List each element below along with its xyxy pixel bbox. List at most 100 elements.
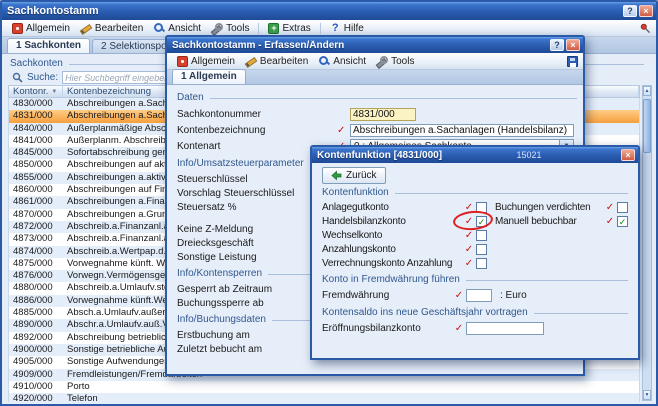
tab-sachkonten[interactable]: 1 Sachkonten bbox=[7, 38, 90, 53]
option-row: Manuell bebuchbar✓✓ bbox=[495, 214, 628, 228]
account-number: 4892/000 bbox=[9, 332, 63, 344]
kontenfunktion-right-options: Buchungen verdichten✓Manuell bebuchbar✓✓ bbox=[495, 200, 628, 270]
account-number: 4860/000 bbox=[9, 184, 63, 196]
sort-icon: ▼ bbox=[51, 89, 57, 95]
back-button-label: Zurück bbox=[346, 170, 377, 181]
field-row-kontenbezeichnung: Kontenbezeichnung ✓ bbox=[177, 122, 577, 138]
menu-tools[interactable]: Tools bbox=[207, 22, 254, 35]
checkbox[interactable] bbox=[476, 230, 487, 241]
menu-extras[interactable]: Extras bbox=[263, 22, 315, 35]
search-icon bbox=[12, 72, 23, 83]
confirm-check-icon[interactable]: ✓ bbox=[462, 258, 476, 269]
account-number: 4870/000 bbox=[9, 209, 63, 221]
menu-hilfe[interactable]: Hilfe bbox=[325, 22, 369, 35]
eroeffnungsbilanzkonto-field[interactable] bbox=[466, 322, 544, 335]
group-caption-daten: Daten bbox=[177, 92, 577, 103]
screen: Sachkontostamm ? × Allgemein Bearbeiten … bbox=[0, 0, 658, 406]
checkbox[interactable] bbox=[476, 244, 487, 255]
scroll-up-button[interactable]: ▲ bbox=[643, 86, 651, 96]
search-label: Suche: bbox=[27, 72, 58, 83]
main-titlebar: Sachkontostamm ? × bbox=[2, 2, 656, 20]
help-button[interactable]: ? bbox=[550, 39, 564, 51]
checkbox[interactable]: ✓ bbox=[476, 216, 487, 227]
extras-icon bbox=[268, 23, 279, 34]
window-title: Sachkontostamm bbox=[7, 5, 99, 17]
wrench-icon bbox=[377, 56, 388, 67]
menu-label: Bearbeiten bbox=[95, 23, 143, 34]
account-number: 4855/000 bbox=[9, 172, 63, 184]
column-header-kontonr[interactable]: Kontonr. ▼ bbox=[9, 86, 63, 97]
menu-separator bbox=[320, 23, 321, 34]
sachkontonummer-field[interactable] bbox=[350, 108, 416, 121]
account-number: 4872/000 bbox=[9, 221, 63, 233]
back-arrow-icon bbox=[331, 170, 342, 181]
pin-icon[interactable] bbox=[640, 23, 651, 34]
menu-ansicht[interactable]: Ansicht bbox=[314, 55, 371, 68]
menu-ansicht[interactable]: Ansicht bbox=[149, 22, 206, 35]
account-number: 4831/000 bbox=[9, 110, 63, 122]
close-button[interactable]: × bbox=[639, 5, 653, 17]
confirm-check-icon[interactable]: ✓ bbox=[452, 323, 466, 334]
account-name: Porto bbox=[63, 381, 639, 393]
pencil-icon bbox=[81, 23, 92, 34]
close-button[interactable]: × bbox=[566, 39, 580, 51]
table-row[interactable]: 4920/000Telefon bbox=[9, 393, 639, 402]
confirm-check-icon[interactable]: ✓ bbox=[603, 216, 617, 227]
kontenbezeichnung-field[interactable] bbox=[350, 124, 574, 137]
scroll-down-button[interactable]: ▼ bbox=[643, 390, 651, 400]
checkbox[interactable] bbox=[476, 202, 487, 213]
account-number: 4885/000 bbox=[9, 307, 63, 319]
account-number: 4850/000 bbox=[9, 159, 63, 171]
confirm-check-icon[interactable]: ✓ bbox=[337, 125, 350, 136]
menu-allgemein[interactable]: Allgemein bbox=[172, 55, 240, 68]
confirm-check-icon[interactable]: ✓ bbox=[462, 244, 476, 255]
field-row-eroeffnungsbilanzkonto: Eröffnungsbilanzkonto ✓ bbox=[322, 321, 628, 336]
magnifier-icon bbox=[154, 23, 165, 34]
vertical-scrollbar[interactable]: ▲ ▼ bbox=[642, 85, 652, 401]
confirm-check-icon[interactable]: ✓ bbox=[462, 202, 476, 213]
confirm-check-icon[interactable]: ✓ bbox=[603, 202, 617, 213]
search-input[interactable] bbox=[62, 71, 168, 84]
confirm-check-icon[interactable]: ✓ bbox=[462, 216, 476, 227]
menu-tools[interactable]: Tools bbox=[372, 55, 419, 68]
close-button[interactable]: × bbox=[621, 149, 635, 161]
edit-dialog-titlebar: Sachkontostamm - Erfassen/Ändern ? × bbox=[167, 37, 583, 53]
question-icon bbox=[330, 23, 341, 34]
field-label: Eröffnungsbilanzkonto bbox=[322, 323, 452, 334]
account-number: 4900/000 bbox=[9, 344, 63, 356]
menu-bearbeiten[interactable]: Bearbeiten bbox=[241, 55, 313, 68]
field-row-sachkontonummer: Sachkontonummer bbox=[177, 106, 577, 122]
menu-bearbeiten[interactable]: Bearbeiten bbox=[76, 22, 148, 35]
option-label: Wechselkonto bbox=[322, 230, 462, 241]
confirm-check-icon[interactable]: ✓ bbox=[452, 290, 466, 301]
edit-dialog-title: Sachkontostamm - Erfassen/Ändern bbox=[172, 40, 344, 51]
function-dialog-body: Zurück Kontenfunktion Anlagegutkonto✓Han… bbox=[312, 163, 638, 336]
option-row: Handelsbilanzkonto✓✓ bbox=[322, 214, 487, 228]
menu-label: Ansicht bbox=[333, 56, 366, 67]
account-number: 4840/000 bbox=[9, 123, 63, 135]
checkbox[interactable] bbox=[476, 258, 487, 269]
menu-label: Tools bbox=[226, 23, 249, 34]
option-label: Buchungen verdichten bbox=[495, 202, 603, 213]
scroll-thumb[interactable] bbox=[643, 99, 651, 153]
menu-label: Bearbeiten bbox=[260, 56, 308, 67]
checkbox[interactable] bbox=[617, 202, 628, 213]
function-dialog-titlebar: Kontenfunktion [4831/000] 15021 × bbox=[312, 147, 638, 163]
table-row[interactable]: 4910/000Porto bbox=[9, 381, 639, 393]
field-label: Fremdwährung bbox=[322, 290, 452, 301]
function-dialog: Kontenfunktion [4831/000] 15021 × Zurück… bbox=[310, 145, 640, 360]
checkbox[interactable]: ✓ bbox=[617, 216, 628, 227]
account-number: 4876/000 bbox=[9, 270, 63, 282]
fremdwaehrung-field[interactable] bbox=[466, 289, 492, 302]
back-button[interactable]: Zurück bbox=[322, 167, 386, 184]
column-label: Kontonr. bbox=[13, 86, 48, 97]
currency-suffix: : Euro bbox=[500, 290, 527, 301]
menu-allgemein[interactable]: Allgemein bbox=[7, 22, 75, 35]
field-row-fremdwaehrung: Fremdwährung ✓ : Euro bbox=[322, 288, 628, 303]
edit-dialog-tabstrip: 1 Allgemein bbox=[167, 70, 583, 85]
menu-label: Allgemein bbox=[191, 56, 235, 67]
confirm-check-icon[interactable]: ✓ bbox=[462, 230, 476, 241]
save-icon[interactable] bbox=[567, 56, 578, 67]
tab-allgemein[interactable]: 1 Allgemein bbox=[172, 69, 246, 84]
help-button[interactable]: ? bbox=[623, 5, 637, 17]
